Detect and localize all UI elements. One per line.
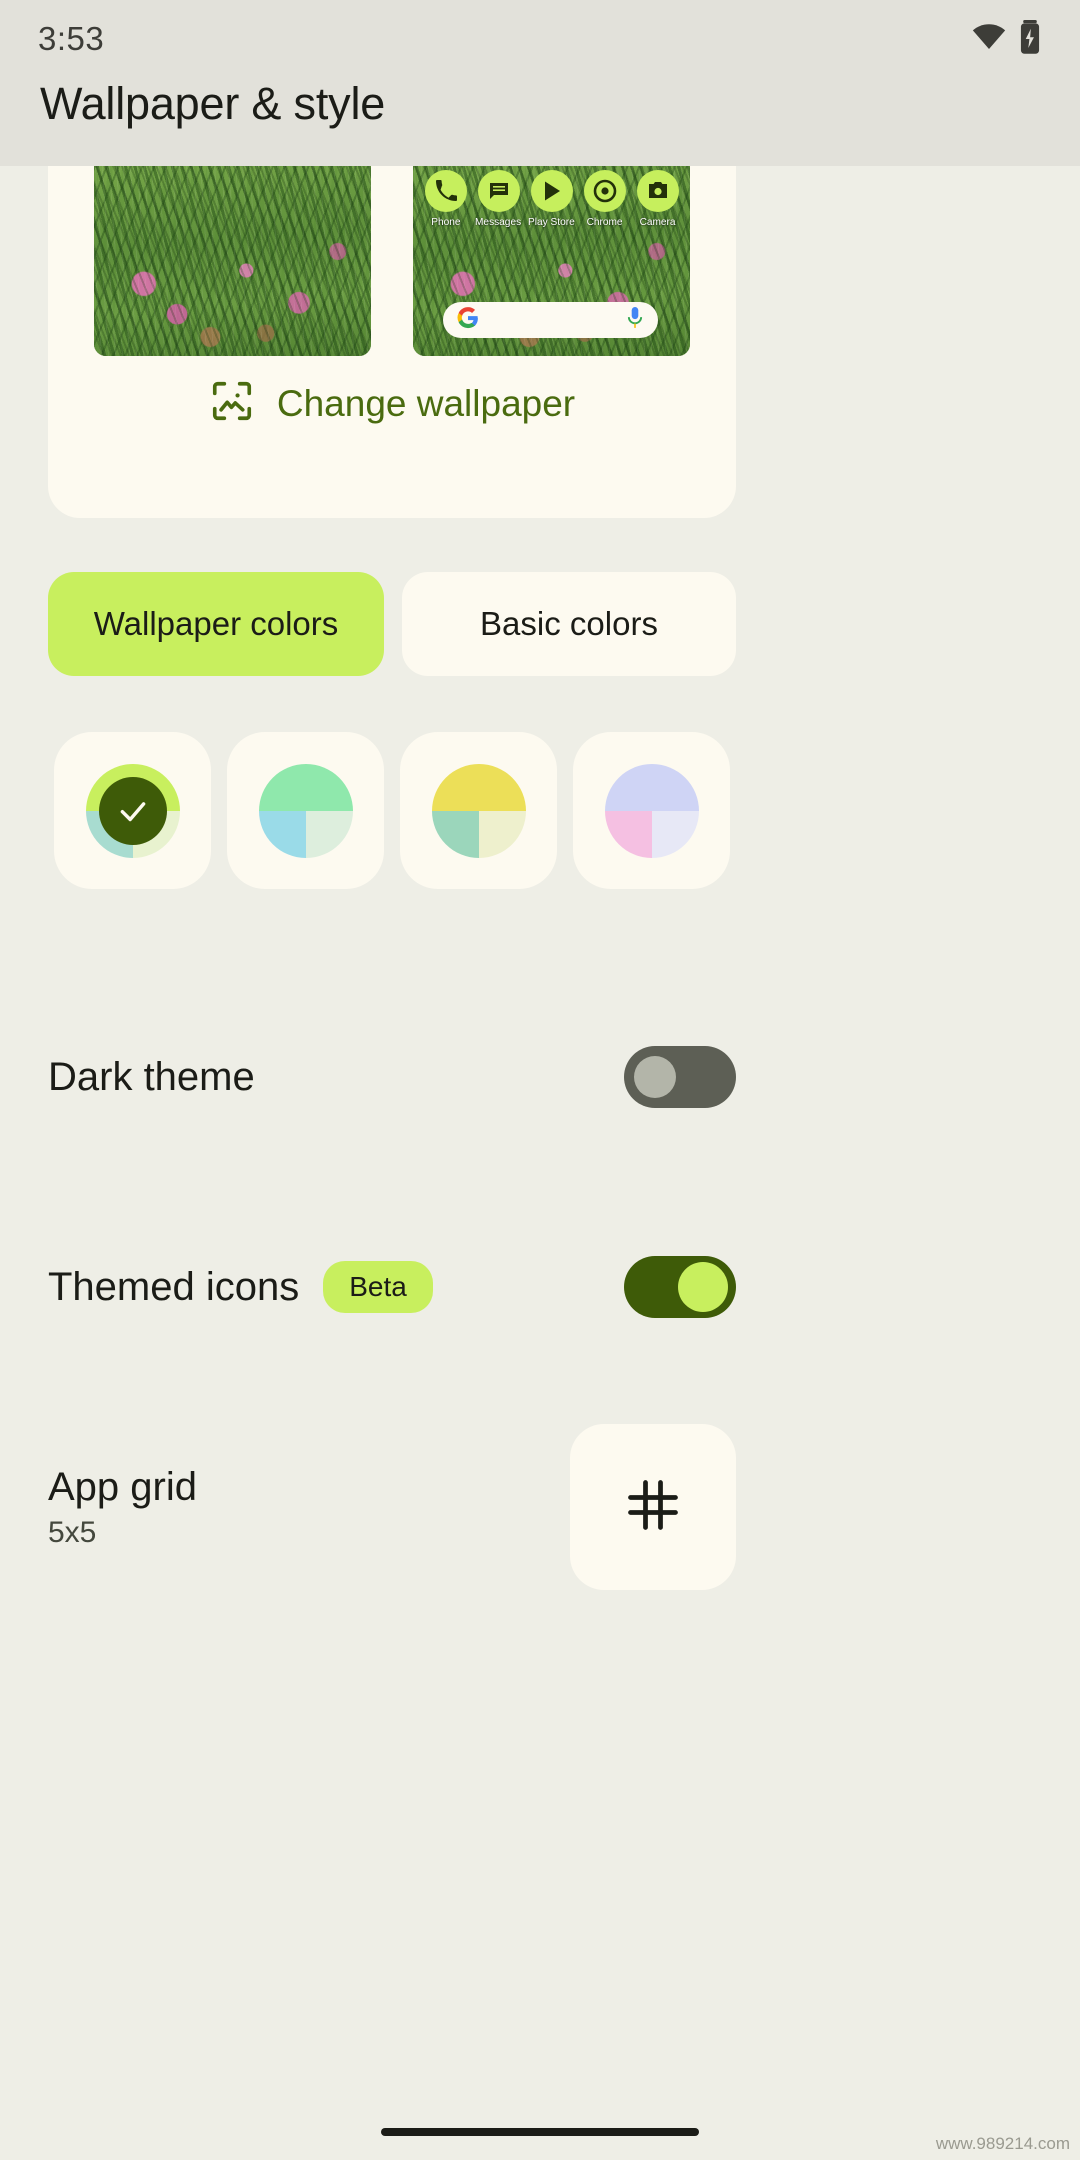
lock-screen-preview[interactable] — [94, 166, 371, 356]
color-swatch-2[interactable] — [227, 732, 384, 889]
phone-icon — [424, 170, 467, 212]
swatch-circle — [258, 763, 353, 858]
swatch-circle — [604, 763, 699, 858]
app-shortcut-chrome[interactable]: Chrome — [580, 170, 630, 228]
home-gesture-handle[interactable] — [381, 2128, 699, 2136]
app-grid-label-group: App grid 5x5 — [48, 1465, 197, 1550]
swatch-quadrant-bottom-right — [651, 810, 699, 858]
app-label: Chrome — [586, 216, 623, 228]
dark-theme-title: Dark theme — [48, 1054, 255, 1099]
setting-row-app-grid[interactable]: App grid 5x5 — [48, 1424, 736, 1590]
app-label: Play Store — [528, 216, 575, 228]
app-shortcut-camera[interactable]: Camera — [633, 170, 683, 228]
google-search-bar[interactable] — [443, 302, 658, 338]
color-swatch-3[interactable] — [400, 732, 557, 889]
wallpaper-preview-card: Phone Messages Play Store Chrome Camera … — [48, 166, 736, 518]
dark-theme-toggle[interactable] — [624, 1046, 736, 1108]
color-swatch-1[interactable] — [54, 732, 211, 889]
setting-row-themed-icons[interactable]: Themed icons Beta — [48, 1256, 736, 1318]
google-g-icon — [457, 306, 479, 334]
page-header: Wallpaper & style — [0, 78, 1080, 166]
watermark: www.989214.com — [935, 2134, 1070, 2153]
navigation-bar — [0, 2104, 1080, 2160]
app-label: Phone — [430, 216, 461, 228]
app-grid-title: App grid — [48, 1464, 197, 1509]
app-grid-value: 5x5 — [48, 1515, 97, 1549]
tab-basic-colors[interactable]: Basic colors — [402, 572, 736, 676]
setting-row-dark-theme[interactable]: Dark theme — [48, 1046, 736, 1108]
change-wallpaper-label: Change wallpaper — [276, 382, 576, 424]
grid-icon — [623, 1475, 683, 1540]
toggle-knob — [634, 1056, 676, 1098]
app-icon-row: Phone Messages Play Store Chrome Camera — [413, 170, 690, 228]
swatch-quadrant-bottom-left — [258, 810, 306, 858]
swatch-quadrant-bottom-left — [604, 810, 652, 858]
status-bar: 3:53 — [0, 0, 1080, 78]
app-shortcut-messages[interactable]: Messages — [474, 170, 524, 228]
swatch-quadrant-bottom-right — [478, 810, 526, 858]
app-shortcut-play-store[interactable]: Play Store — [527, 170, 577, 228]
wifi-icon — [972, 23, 1006, 55]
swatch-quadrant-bottom-left — [431, 810, 479, 858]
color-source-tabs: Wallpaper colors Basic colors — [48, 572, 736, 676]
camera-icon — [636, 170, 679, 212]
wallpaper-previews: Phone Messages Play Store Chrome Camera — [48, 166, 736, 356]
image-icon — [209, 378, 255, 429]
battery-charging-icon — [1020, 19, 1040, 59]
app-label: Messages — [475, 216, 522, 228]
status-icons — [972, 19, 1040, 59]
toggle-knob — [678, 1262, 728, 1312]
microphone-icon[interactable] — [626, 306, 644, 334]
messages-icon — [477, 170, 520, 212]
color-swatch-4[interactable] — [573, 732, 730, 889]
wallpaper-image-lock — [94, 166, 371, 356]
app-label: Camera — [639, 216, 676, 228]
app-grid-picker[interactable] — [570, 1424, 736, 1590]
swatch-quadrant-bottom-right — [305, 810, 353, 858]
tab-wallpaper-colors[interactable]: Wallpaper colors — [48, 572, 384, 676]
app-shortcut-phone[interactable]: Phone — [421, 170, 471, 228]
status-time: 3:53 — [38, 20, 105, 57]
swatch-circle — [431, 763, 526, 858]
swatch-quadrant-top — [604, 763, 699, 811]
tab-label: Basic colors — [480, 605, 658, 642]
tab-label: Wallpaper colors — [93, 605, 339, 642]
swatch-quadrant-top — [431, 763, 526, 811]
themed-icons-toggle[interactable] — [624, 1256, 736, 1318]
beta-badge: Beta — [323, 1261, 433, 1313]
play-store-icon — [530, 170, 573, 212]
swatch-quadrant-top — [258, 763, 353, 811]
color-swatch-list — [54, 732, 730, 889]
change-wallpaper-button[interactable]: Change wallpaper — [48, 378, 736, 429]
themed-icons-label-group: Themed icons Beta — [48, 1261, 433, 1313]
home-screen-preview[interactable]: Phone Messages Play Store Chrome Camera — [413, 166, 690, 356]
swatch-selected-indicator — [98, 776, 167, 845]
page-title: Wallpaper & style — [40, 78, 386, 129]
chrome-icon — [583, 170, 626, 212]
dark-theme-label-group: Dark theme — [48, 1055, 255, 1100]
settings-content: Phone Messages Play Store Chrome Camera … — [0, 166, 1080, 2160]
themed-icons-title: Themed icons — [48, 1264, 300, 1309]
